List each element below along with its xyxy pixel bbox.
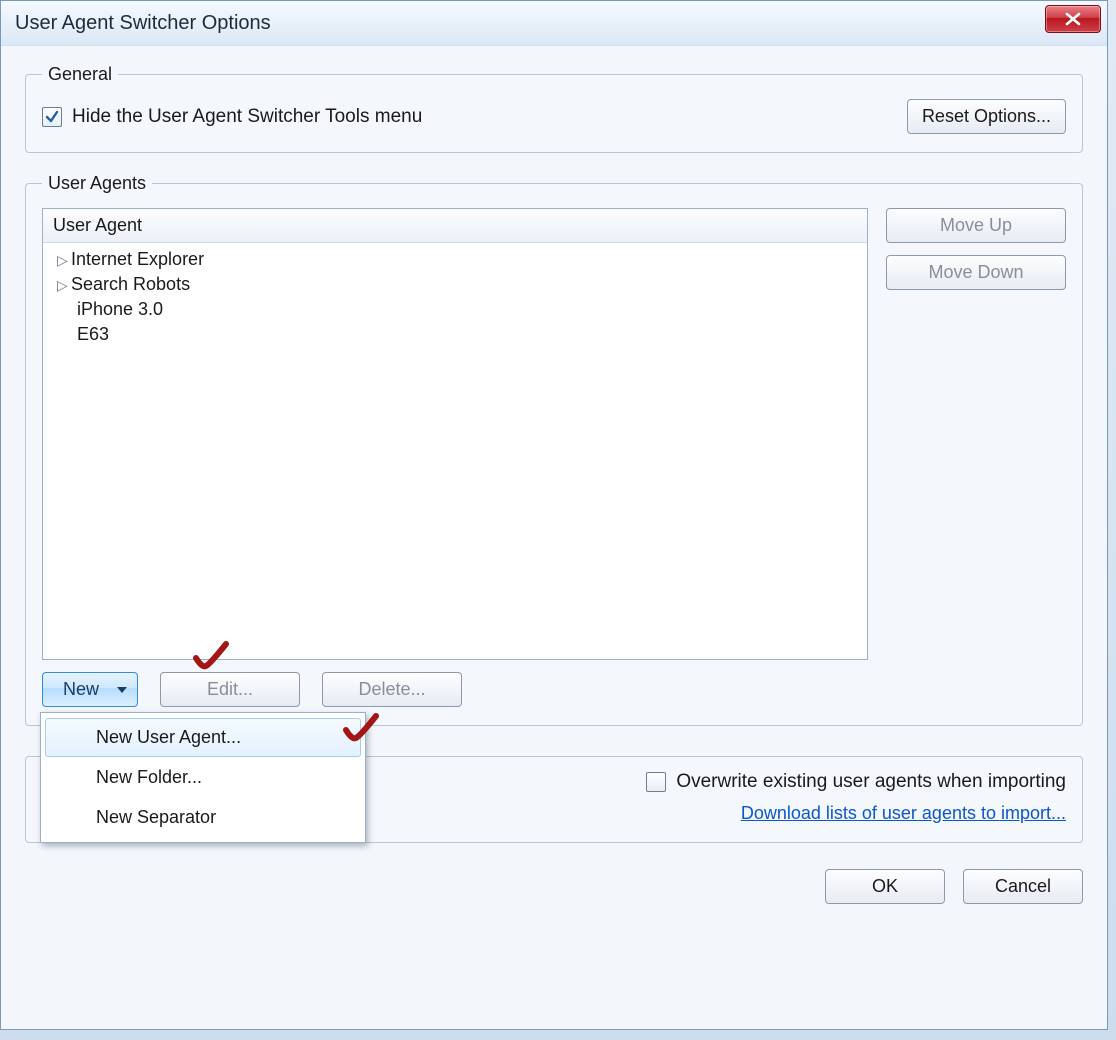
move-up-button[interactable]: Move Up (886, 208, 1066, 243)
checkbox-box[interactable] (646, 772, 666, 792)
ok-button[interactable]: OK (825, 869, 945, 904)
tree-item-label: iPhone 3.0 (77, 299, 163, 320)
tree-list: ▷ Internet Explorer ▷ Search Robots iPho… (43, 243, 867, 351)
dialog-window: User Agent Switcher Options General Hide… (0, 0, 1108, 1030)
user-agent-tree[interactable]: User Agent ▷ Internet Explorer ▷ Search … (42, 208, 868, 660)
expand-icon[interactable]: ▷ (57, 253, 67, 267)
general-legend: General (42, 64, 118, 85)
new-dropdown-menu: New User Agent... New Folder... New Sepa… (40, 712, 366, 843)
menu-item-new-folder[interactable]: New Folder... (45, 758, 361, 797)
window-title: User Agent Switcher Options (15, 12, 271, 35)
delete-button[interactable]: Delete... (322, 672, 462, 707)
new-button[interactable]: New (42, 672, 138, 707)
title-bar: User Agent Switcher Options (1, 1, 1107, 46)
move-down-button[interactable]: Move Down (886, 255, 1066, 290)
checkbox-box[interactable] (42, 107, 62, 127)
overwrite-checkbox[interactable]: Overwrite existing user agents when impo… (646, 771, 1066, 793)
user-agents-group: User Agents User Agent ▷ Internet Explor… (25, 173, 1083, 726)
cancel-button[interactable]: Cancel (963, 869, 1083, 904)
download-lists-link[interactable]: Download lists of user agents to import.… (741, 803, 1066, 824)
general-group: General Hide the User Agent Switcher Too… (25, 64, 1083, 153)
tree-item[interactable]: ▷ Search Robots (43, 272, 867, 297)
hide-tools-checkbox[interactable]: Hide the User Agent Switcher Tools menu (42, 106, 422, 128)
new-button-label: New (63, 679, 99, 700)
edit-button[interactable]: Edit... (160, 672, 300, 707)
close-button[interactable] (1045, 5, 1101, 33)
tree-item-label: Internet Explorer (71, 249, 204, 270)
tree-toolbar: New Edit... Delete... New User Agent... … (42, 672, 1066, 707)
tree-item[interactable]: ▷ Internet Explorer (43, 247, 867, 272)
check-icon (45, 110, 59, 124)
dialog-button-row: OK Cancel (25, 863, 1083, 904)
tree-item[interactable]: E63 (43, 322, 867, 347)
tree-item-label: Search Robots (71, 274, 190, 295)
user-agents-legend: User Agents (42, 173, 152, 194)
close-icon (1063, 12, 1083, 26)
dropdown-caret-icon (117, 687, 127, 693)
tree-item-label: E63 (77, 324, 109, 345)
menu-item-new-user-agent[interactable]: New User Agent... (45, 718, 361, 757)
expand-icon[interactable]: ▷ (57, 278, 67, 292)
menu-item-new-separator[interactable]: New Separator (45, 798, 361, 837)
dialog-client: General Hide the User Agent Switcher Too… (1, 46, 1107, 926)
overwrite-label: Overwrite existing user agents when impo… (676, 771, 1066, 793)
hide-tools-label: Hide the User Agent Switcher Tools menu (72, 106, 422, 128)
tree-item[interactable]: iPhone 3.0 (43, 297, 867, 322)
tree-column-header[interactable]: User Agent (43, 209, 867, 243)
reset-options-button[interactable]: Reset Options... (907, 99, 1066, 134)
